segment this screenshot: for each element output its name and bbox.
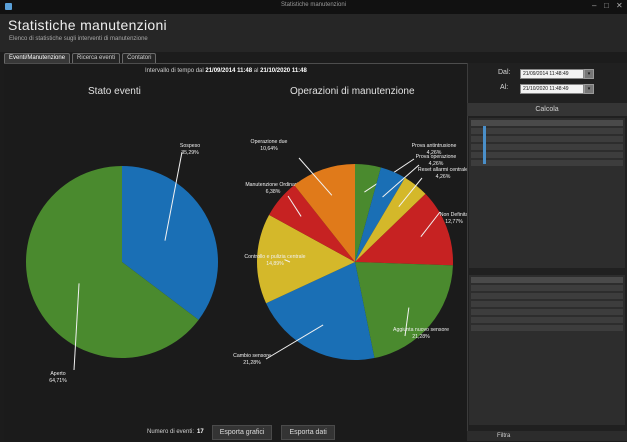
selection-accent xyxy=(483,126,486,164)
slice-label: Manutenzione Ordinaria xyxy=(245,182,300,188)
slice-label: Operazione due xyxy=(251,139,288,145)
table-row[interactable] xyxy=(471,120,623,126)
slice-value-label: 4,26% xyxy=(436,174,451,180)
table-row[interactable] xyxy=(471,325,623,331)
filter-button[interactable]: Filtra xyxy=(467,431,627,441)
slice-value-label: 6,38% xyxy=(266,189,281,195)
events-count-label: Numero di eventi: xyxy=(147,429,195,435)
table-row[interactable] xyxy=(471,152,623,158)
table-row[interactable] xyxy=(471,285,623,291)
table-row[interactable] xyxy=(471,317,623,323)
slice-label: Reset allarmi centrale xyxy=(418,167,468,173)
table-row[interactable] xyxy=(471,277,623,283)
slice-label: Non Definita xyxy=(440,212,469,218)
results-panel-top xyxy=(469,118,625,268)
results-panel-bottom xyxy=(469,275,625,425)
slice-label: Prova operazione xyxy=(416,154,457,160)
slice-label: Prova antintrusione xyxy=(412,143,457,149)
export-charts-button[interactable]: Esporta grafici xyxy=(211,424,273,440)
to-date-label: Al: xyxy=(500,84,509,91)
table-row[interactable] xyxy=(471,136,623,142)
table-row[interactable] xyxy=(471,301,623,307)
table-row[interactable] xyxy=(471,309,623,315)
slice-value-label: 12,77% xyxy=(445,219,463,225)
table-row[interactable] xyxy=(471,160,623,166)
slice-label: Aggiunta nuovo sensore xyxy=(393,327,449,333)
slice-value-label: 21,28% xyxy=(412,334,430,340)
bottom-toolbar: Numero di eventi: 17 Esporta grafici Esp… xyxy=(147,424,344,440)
calendar-icon[interactable]: ▾ xyxy=(584,69,594,79)
slice-value-label: 21,28% xyxy=(243,360,261,366)
slice-label: Controllo e pulizia centrale xyxy=(244,254,305,260)
slice-label: Cambio sensore xyxy=(233,353,271,359)
to-date-input[interactable]: 21/10/2020 11:48:49 xyxy=(520,84,584,94)
from-date-input[interactable]: 21/09/2014 11:48:49 xyxy=(520,69,584,79)
calendar-icon[interactable]: ▾ xyxy=(584,84,594,94)
slice-value-label: 14,89% xyxy=(266,261,284,267)
slice-value-label: 10,64% xyxy=(260,146,278,152)
events-count-value: 17 xyxy=(197,429,204,435)
table-row[interactable] xyxy=(471,293,623,299)
table-row[interactable] xyxy=(471,144,623,150)
from-date-label: Dal: xyxy=(498,69,511,76)
calculate-button[interactable]: Calcola xyxy=(467,103,627,116)
table-row[interactable] xyxy=(471,128,623,134)
export-data-button[interactable]: Esporta dati xyxy=(281,424,335,440)
